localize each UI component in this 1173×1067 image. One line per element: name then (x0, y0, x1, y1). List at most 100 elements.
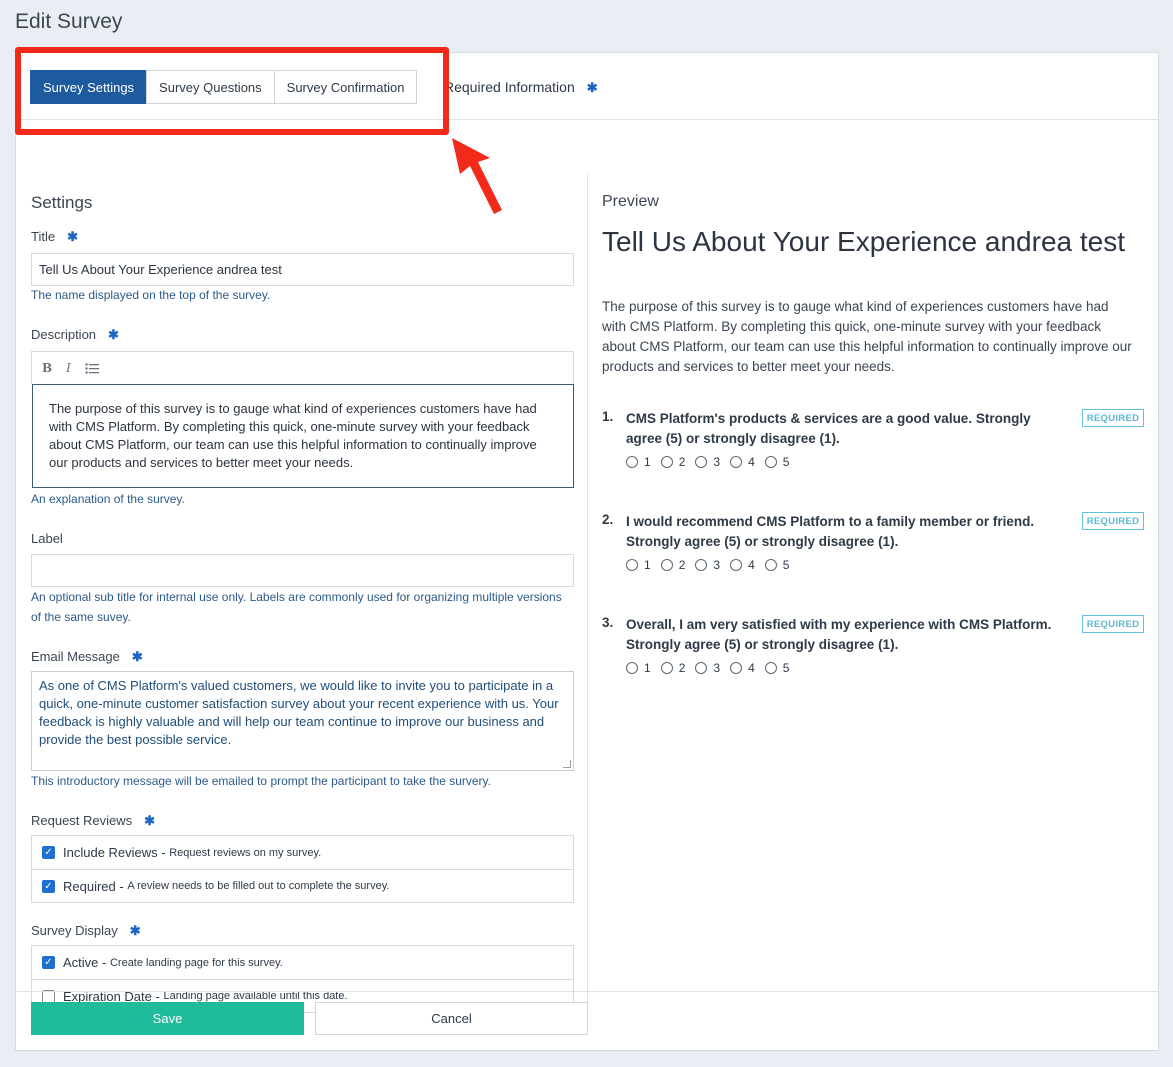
preview-description: The purpose of this survey is to gauge w… (602, 299, 1132, 374)
question-text: I would recommend CMS Platform to a fami… (626, 514, 1035, 549)
form-footer: Save Cancel (16, 991, 1158, 1051)
rating-option-label: 4 (748, 661, 755, 675)
required-badge: REQUIRED (1082, 615, 1144, 633)
email-message-label: Email Message ✱ (31, 649, 143, 665)
required-star-icon: ✱ (67, 229, 78, 244)
rating-option[interactable]: 3 (695, 455, 720, 469)
question-number: 3. (602, 615, 614, 630)
rating-option-label: 4 (748, 558, 755, 572)
required-review-option[interactable]: ✓ Required - A review needs to be filled… (32, 869, 573, 902)
include-reviews-label: Include Reviews (63, 845, 158, 860)
description-label-text: Description (31, 327, 97, 342)
rating-option-label: 3 (713, 455, 721, 469)
radio-button[interactable] (626, 559, 638, 571)
cancel-button[interactable]: Cancel (315, 1002, 588, 1035)
rating-option[interactable]: 2 (660, 558, 686, 572)
radio-button[interactable] (730, 662, 743, 674)
question-text: CMS Platform's products & services are a… (626, 411, 1031, 446)
rating-option[interactable]: 4 (730, 455, 755, 469)
survey-display-label: Survey Display ✱ (31, 923, 141, 939)
resize-handle[interactable] (563, 760, 571, 768)
rating-option[interactable]: 4 (730, 558, 755, 572)
settings-heading: Settings (31, 193, 93, 212)
rating-option[interactable]: 1 (626, 455, 651, 469)
survey-display-label-text: Survey Display (31, 923, 118, 938)
rating-option[interactable]: 2 (660, 661, 686, 675)
description-editor[interactable]: The purpose of this survey is to gauge w… (32, 384, 574, 488)
radio-button[interactable] (764, 456, 777, 468)
question-number: 1. (602, 409, 614, 424)
radio-button[interactable] (764, 559, 777, 571)
rating-option[interactable]: 5 (764, 661, 790, 675)
required-review-checkbox[interactable]: ✓ (42, 879, 55, 893)
description-editor-toolbar: B I (31, 351, 574, 384)
rating-option-label: 5 (782, 558, 790, 572)
radio-button[interactable] (660, 662, 673, 674)
radio-button[interactable] (695, 456, 708, 468)
rating-options: 1 2 3 4 5 (626, 661, 789, 675)
rating-option[interactable]: 4 (730, 661, 755, 675)
rating-option[interactable]: 3 (695, 558, 720, 572)
title-help: The name displayed on the top of the sur… (31, 288, 271, 302)
rating-option[interactable]: 2 (660, 455, 686, 469)
title-label-text: Title (31, 229, 56, 244)
label-input[interactable] (31, 554, 574, 587)
rating-option[interactable]: 5 (764, 558, 790, 572)
radio-button[interactable] (626, 662, 638, 674)
email-message-textarea[interactable]: As one of CMS Platform's valued customer… (31, 671, 574, 771)
radio-button[interactable] (730, 559, 743, 571)
radio-button[interactable] (695, 662, 708, 674)
list-icon[interactable] (85, 362, 99, 374)
rating-option[interactable]: 5 (764, 455, 790, 469)
active-option[interactable]: ✓ Active - Create landing page for this … (32, 946, 573, 979)
radio-button[interactable] (660, 559, 673, 571)
rating-option-label: 1 (644, 455, 651, 469)
rating-option-label: 2 (678, 558, 686, 572)
bold-icon[interactable]: B (42, 361, 52, 375)
rating-options: 1 2 3 4 5 (626, 558, 789, 572)
rating-option-label: 1 (644, 558, 651, 572)
request-reviews-label: Request Reviews ✱ (31, 813, 155, 829)
description-label: Description ✱ (31, 327, 119, 343)
save-button[interactable]: Save (31, 1002, 304, 1035)
preview-heading: Preview (602, 193, 659, 210)
radio-button[interactable] (695, 559, 708, 571)
include-reviews-checkbox[interactable]: ✓ (42, 846, 55, 859)
rating-option-label: 4 (748, 455, 755, 469)
required-information-legend: Required Information ✱ (444, 79, 598, 96)
rating-option[interactable]: 1 (626, 558, 651, 572)
pointer-arrow-icon (452, 138, 502, 214)
radio-button[interactable] (660, 456, 673, 468)
include-reviews-option[interactable]: ✓ Include Reviews - Request reviews on m… (32, 836, 573, 869)
required-badge: REQUIRED (1082, 512, 1144, 530)
radio-button[interactable] (626, 456, 638, 468)
title-input[interactable]: Tell Us About Your Experience andrea tes… (31, 253, 574, 286)
highlight-box (15, 47, 449, 135)
request-reviews-group: ✓ Include Reviews - Request reviews on m… (31, 835, 574, 903)
rating-option-label: 2 (678, 661, 686, 675)
title-label: Title ✱ (31, 229, 78, 245)
required-badge: REQUIRED (1082, 409, 1144, 427)
email-message-label-text: Email Message (31, 649, 120, 664)
include-reviews-desc: Request reviews on my survey. (169, 846, 322, 859)
radio-button[interactable] (764, 662, 777, 674)
rating-option-label: 5 (782, 661, 790, 675)
rating-option-label: 1 (644, 661, 651, 675)
description-help: An explanation of the survey. (31, 492, 185, 506)
rating-option-label: 2 (678, 455, 686, 469)
question-number: 2. (602, 512, 614, 527)
survey-panel: Survey Settings Survey Questions Survey … (15, 52, 1159, 1051)
email-message-text: As one of CMS Platform's valued customer… (39, 678, 559, 747)
italic-icon[interactable]: I (66, 361, 71, 375)
rating-option[interactable]: 3 (695, 661, 720, 675)
radio-button[interactable] (730, 456, 743, 468)
preview-column: Preview Tell Us About Your Experience an… (588, 173, 1144, 1011)
required-star-icon: ✱ (586, 80, 598, 95)
required-review-desc: A review needs to be filled out to compl… (127, 880, 390, 892)
rating-option[interactable]: 1 (626, 661, 651, 675)
active-checkbox[interactable]: ✓ (42, 956, 55, 969)
label-field-label: Label (31, 531, 63, 546)
required-information-label: Required Information (444, 79, 575, 95)
page-title: Edit Survey (15, 10, 123, 33)
rating-option-label: 5 (782, 455, 790, 469)
